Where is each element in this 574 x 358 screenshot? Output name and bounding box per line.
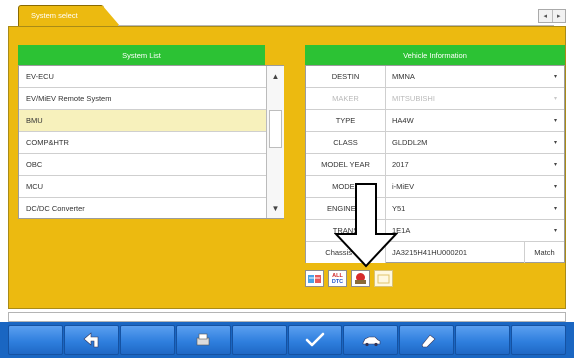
prev-tab-icon[interactable]: ◂ bbox=[539, 10, 552, 22]
down-arrow-annotation-icon bbox=[334, 183, 398, 268]
car-icon bbox=[362, 336, 381, 347]
tab-slant bbox=[102, 5, 120, 26]
system-list-item[interactable]: COMP&HTR bbox=[19, 132, 266, 154]
system-list-item-selected[interactable]: BMU bbox=[19, 110, 266, 132]
checkmark-icon bbox=[305, 332, 325, 347]
vehicle-scan-icon[interactable] bbox=[351, 270, 370, 287]
tab-nav-arrows: ◂ ▸ bbox=[538, 9, 566, 23]
status-bar bbox=[8, 312, 566, 322]
vehicle-info-value[interactable]: 2017 bbox=[392, 154, 409, 175]
vehicle-button[interactable] bbox=[343, 325, 399, 355]
dropdown-caret-icon[interactable]: ▾ bbox=[554, 176, 557, 197]
system-item-label: BMU bbox=[26, 116, 43, 125]
toolbar-blank-button[interactable] bbox=[511, 325, 567, 355]
scroll-thumb[interactable] bbox=[269, 110, 282, 148]
vehicle-info-value[interactable]: MMNA bbox=[392, 66, 415, 87]
toolbar-blank-button[interactable] bbox=[231, 325, 287, 355]
erase-button[interactable] bbox=[399, 325, 455, 355]
bottom-toolbar bbox=[0, 322, 574, 358]
system-list: EV-ECU EV/MiEV Remote System BMU COMP&HT… bbox=[18, 65, 284, 219]
vehicle-info-label: MODEL YEAR bbox=[306, 154, 386, 175]
vehicle-info-value: MITSUBISHI bbox=[392, 94, 435, 103]
dropdown-caret-icon[interactable]: ▾ bbox=[554, 132, 557, 153]
vehicle-info-value[interactable]: GLDDL2M bbox=[392, 132, 427, 153]
system-list-item[interactable]: MCU bbox=[19, 176, 266, 198]
vehicle-info-row[interactable]: CLASS GLDDL2M ▾ bbox=[306, 132, 564, 154]
vehicle-info-row[interactable]: DESTIN MMNA ▾ bbox=[306, 66, 564, 88]
ok-button[interactable] bbox=[287, 325, 343, 355]
system-list-item[interactable]: EV-ECU bbox=[19, 66, 266, 88]
vehicle-info-label: MAKER bbox=[306, 88, 386, 109]
dropdown-caret-icon[interactable]: ▾ bbox=[554, 110, 557, 131]
system-item-label: EV/MiEV Remote System bbox=[26, 94, 112, 103]
system-list-item[interactable]: DC/DC Converter bbox=[19, 198, 266, 220]
vehicle-info-value[interactable]: HA4W bbox=[392, 110, 414, 131]
system-list-item[interactable]: EV/MiEV Remote System bbox=[19, 88, 266, 110]
tab-label: System select bbox=[31, 11, 78, 20]
print-button[interactable] bbox=[175, 325, 231, 355]
system-list-header: System List bbox=[18, 45, 265, 65]
toolbar-blank-button[interactable] bbox=[119, 325, 175, 355]
all-dtc-text: ALL DTC bbox=[332, 273, 343, 285]
ecu-info-icon-graphic bbox=[308, 274, 321, 283]
vehicle-info-header: Vehicle Information bbox=[305, 45, 565, 65]
tab-system-select[interactable]: System select bbox=[18, 5, 104, 26]
vehicle-scan-icon-graphic bbox=[355, 273, 366, 284]
toolbar-blank-button[interactable] bbox=[455, 325, 511, 355]
next-tab-icon[interactable]: ▸ bbox=[551, 10, 566, 22]
dropdown-caret-icon[interactable]: ▾ bbox=[554, 154, 557, 175]
function-icon-row: ALL DTC bbox=[305, 270, 393, 288]
dropdown-caret-icon: ▾ bbox=[554, 96, 558, 102]
system-item-label: COMP&HTR bbox=[26, 138, 69, 147]
chassis-number-field[interactable]: JA3215H41HU000201 bbox=[392, 242, 467, 263]
all-dtc-icon[interactable]: ALL DTC bbox=[328, 270, 347, 287]
system-item-label: OBC bbox=[26, 160, 43, 169]
back-button[interactable] bbox=[63, 325, 119, 355]
vehicle-info-row[interactable]: TYPE HA4W ▾ bbox=[306, 110, 564, 132]
return-arrow-icon bbox=[83, 332, 99, 348]
system-list-scrollbar[interactable]: ▲ ▼ bbox=[266, 66, 284, 218]
ecu-info-icon[interactable] bbox=[305, 270, 324, 287]
vehicle-info-row[interactable]: MODEL YEAR 2017 ▾ bbox=[306, 154, 564, 176]
all-dtc-line2: DTC bbox=[331, 278, 344, 285]
vehicle-info-label: TYPE bbox=[306, 110, 386, 131]
dropdown-caret-icon[interactable]: ▾ bbox=[554, 198, 557, 219]
vehicle-info-row: MAKER MITSUBISHI ▾ bbox=[306, 88, 564, 110]
toolbar-blank-button[interactable] bbox=[8, 325, 63, 355]
vehicle-info-label: CLASS bbox=[306, 132, 386, 153]
dropdown-caret-icon[interactable]: ▾ bbox=[554, 66, 557, 87]
system-item-label: EV-ECU bbox=[26, 72, 54, 81]
scroll-down-icon[interactable]: ▼ bbox=[267, 199, 284, 217]
all-dtc-line1: ALL bbox=[332, 272, 343, 279]
tab-strip: System select ◂ ▸ bbox=[0, 0, 574, 26]
dropdown-caret-icon[interactable]: ▾ bbox=[554, 220, 557, 241]
system-item-label: MCU bbox=[26, 182, 44, 191]
system-list-item[interactable]: OBC bbox=[19, 154, 266, 176]
disabled-function-icon bbox=[374, 270, 393, 287]
vehicle-info-label: DESTIN bbox=[306, 66, 386, 87]
eraser-icon bbox=[421, 334, 436, 348]
disabled-function-icon-graphic bbox=[377, 274, 390, 283]
printer-icon bbox=[196, 333, 210, 346]
match-button[interactable]: Match bbox=[524, 242, 564, 263]
system-item-label: DC/DC Converter bbox=[26, 204, 85, 213]
scroll-up-icon[interactable]: ▲ bbox=[267, 67, 284, 85]
